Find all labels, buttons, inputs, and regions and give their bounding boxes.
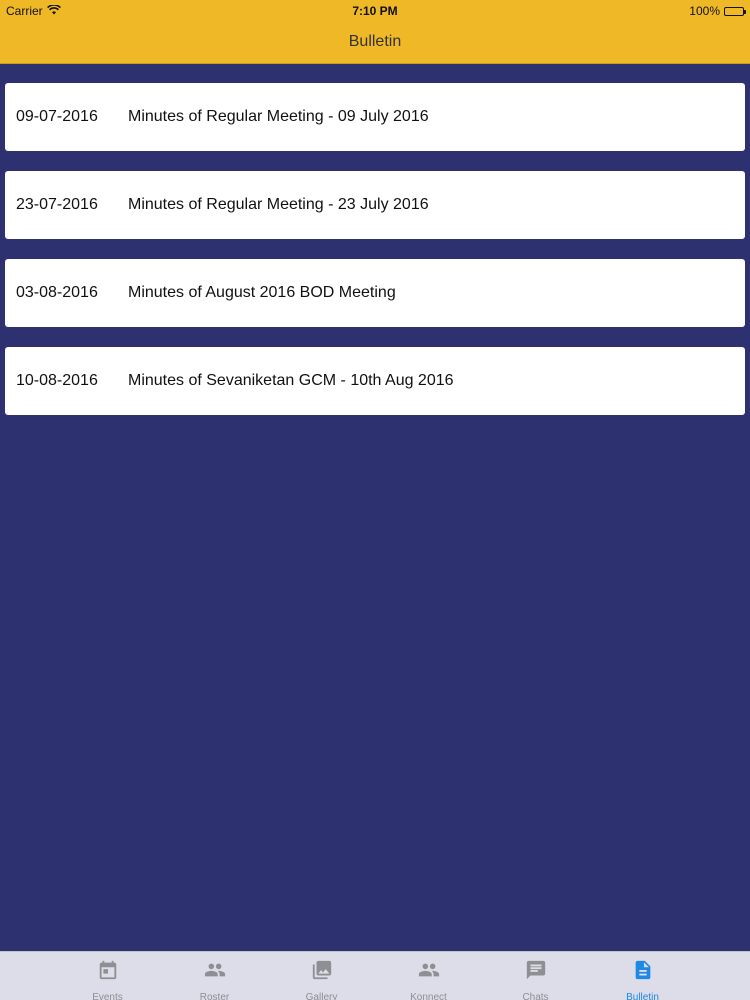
bulletin-item[interactable]: 23-07-2016 Minutes of Regular Meeting - … (5, 171, 745, 239)
tab-events[interactable]: Events (54, 952, 161, 1000)
bulletin-date: 23-07-2016 (16, 196, 98, 213)
people-icon (204, 959, 226, 986)
bulletin-date: 10-08-2016 (16, 372, 98, 389)
page-title: Bulletin (348, 33, 402, 50)
bulletin-title: Minutes of Regular Meeting - 09 July 201… (128, 108, 429, 125)
tab-label: Chats (522, 992, 549, 1000)
battery-percentage: 100% (689, 4, 720, 18)
image-icon (311, 959, 333, 986)
calendar-icon (97, 959, 119, 986)
document-icon (632, 959, 654, 986)
bulletin-date: 03-08-2016 (16, 284, 98, 301)
bulletin-list: 09-07-2016 Minutes of Regular Meeting - … (5, 83, 745, 435)
tab-konnect[interactable]: Konnect (375, 952, 482, 1000)
tab-gallery[interactable]: Gallery (268, 952, 375, 1000)
bulletin-title: Minutes of Sevaniketan GCM - 10th Aug 20… (128, 372, 454, 389)
app-screen: Carrier 7:10 PM 100% Bulletin 09-07-2016… (0, 0, 750, 1000)
tab-chats[interactable]: Chats (482, 952, 589, 1000)
clock: 7:10 PM (352, 4, 398, 18)
bulletin-date: 09-07-2016 (16, 108, 98, 125)
tab-label: Konnect (410, 992, 447, 1000)
navigation-bar: Carrier 7:10 PM 100% Bulletin (0, 0, 750, 64)
bulletin-title: Minutes of Regular Meeting - 23 July 201… (128, 196, 429, 213)
tab-label: Events (92, 992, 123, 1000)
bulletin-title: Minutes of August 2016 BOD Meeting (128, 284, 396, 301)
tab-label: Roster (199, 992, 230, 1000)
chat-icon (525, 959, 547, 986)
bulletin-item[interactable]: 10-08-2016 Minutes of Sevaniketan GCM - … (5, 347, 745, 415)
bulletin-item[interactable]: 09-07-2016 Minutes of Regular Meeting - … (5, 83, 745, 151)
tab-roster[interactable]: Roster (161, 952, 268, 1000)
battery-icon (724, 6, 746, 16)
battery-indicator: 100% (689, 4, 746, 18)
group-icon (418, 959, 440, 986)
bulletin-item[interactable]: 03-08-2016 Minutes of August 2016 BOD Me… (5, 259, 745, 327)
tab-bulletin[interactable]: Bulletin (589, 952, 696, 1000)
tab-label: Bulletin (626, 992, 659, 1000)
tab-label: Gallery (305, 992, 338, 1000)
tab-bar: Events Roster Gallery Konnect Chats Bull… (0, 951, 750, 1000)
status-bar: Carrier 7:10 PM 100% (0, 0, 750, 22)
